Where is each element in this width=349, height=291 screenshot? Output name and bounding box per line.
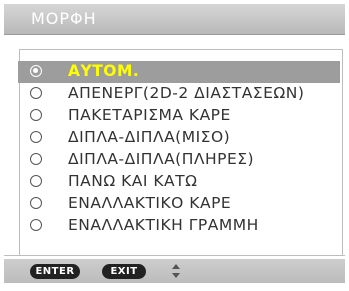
radio-icon <box>30 109 42 121</box>
option-label: ΔΙΠΛΑ-ΔΙΠΛΑ(ΠΛΗΡΕΣ) <box>68 150 255 168</box>
footer-bar: ENTER EXIT <box>4 255 345 288</box>
option-label: ΔΙΠΛΑ-ΔΙΠΛΑ(ΜΙΣΟ) <box>68 128 231 146</box>
option-label: ΕΝΑΛΛΑΚΤΙΚΟ ΚΑΡΕ <box>68 194 232 212</box>
option-top-and-bottom[interactable]: ΠΑΝΩ ΚΑΙ ΚΑΤΩ <box>18 171 340 193</box>
radio-icon <box>30 175 42 187</box>
footer-guide: ENTER EXIT <box>4 259 345 283</box>
title-bar: ΜΟΡΦΗ <box>4 4 345 35</box>
enter-button[interactable]: ENTER <box>30 264 80 279</box>
option-off-2d[interactable]: ΑΠΕΝΕΡΓ(2D-2 ΔΙΑΣΤΑΣΕΩΝ) <box>18 83 340 105</box>
radio-icon <box>30 219 42 231</box>
option-label: ΑΥΤΟΜ. <box>68 62 140 80</box>
option-label: ΑΠΕΝΕΡΓ(2D-2 ΔΙΑΣΤΑΣΕΩΝ) <box>68 84 305 102</box>
radio-selected-icon <box>30 65 42 77</box>
option-label: ΕΝΑΛΛΑΚΤΙΚΗ ΓΡΑΜΜΗ <box>68 216 259 234</box>
up-down-arrows-icon <box>172 264 180 278</box>
radio-icon <box>30 131 42 143</box>
menu-title: ΜΟΡΦΗ <box>31 9 97 28</box>
option-label: ΠΑΝΩ ΚΑΙ ΚΑΤΩ <box>68 172 198 190</box>
option-auto[interactable]: ΑΥΤΟΜ. <box>18 61 340 83</box>
radio-icon <box>30 87 42 99</box>
exit-button[interactable]: EXIT <box>102 264 146 279</box>
option-side-by-side-half[interactable]: ΔΙΠΛΑ-ΔΙΠΛΑ(ΜΙΣΟ) <box>18 127 340 149</box>
option-line-alternative[interactable]: ΕΝΑΛΛΑΚΤΙΚΗ ΓΡΑΜΜΗ <box>18 215 340 237</box>
option-label: ΠΑΚΕΤΑΡΙΣΜΑ ΚΑΡΕ <box>68 106 231 124</box>
option-frame-alternative[interactable]: ΕΝΑΛΛΑΚΤΙΚΟ ΚΑΡΕ <box>18 193 340 215</box>
radio-icon <box>30 153 42 165</box>
radio-icon <box>30 197 42 209</box>
option-frame-packing[interactable]: ΠΑΚΕΤΑΡΙΣΜΑ ΚΑΡΕ <box>18 105 340 127</box>
option-side-by-side-full[interactable]: ΔΙΠΛΑ-ΔΙΠΛΑ(ΠΛΗΡΕΣ) <box>18 149 340 171</box>
format-options-panel: ΑΥΤΟΜ. ΑΠΕΝΕΡΓ(2D-2 ΔΙΑΣΤΑΣΕΩΝ) ΠΑΚΕΤΑΡΙ… <box>4 35 345 255</box>
